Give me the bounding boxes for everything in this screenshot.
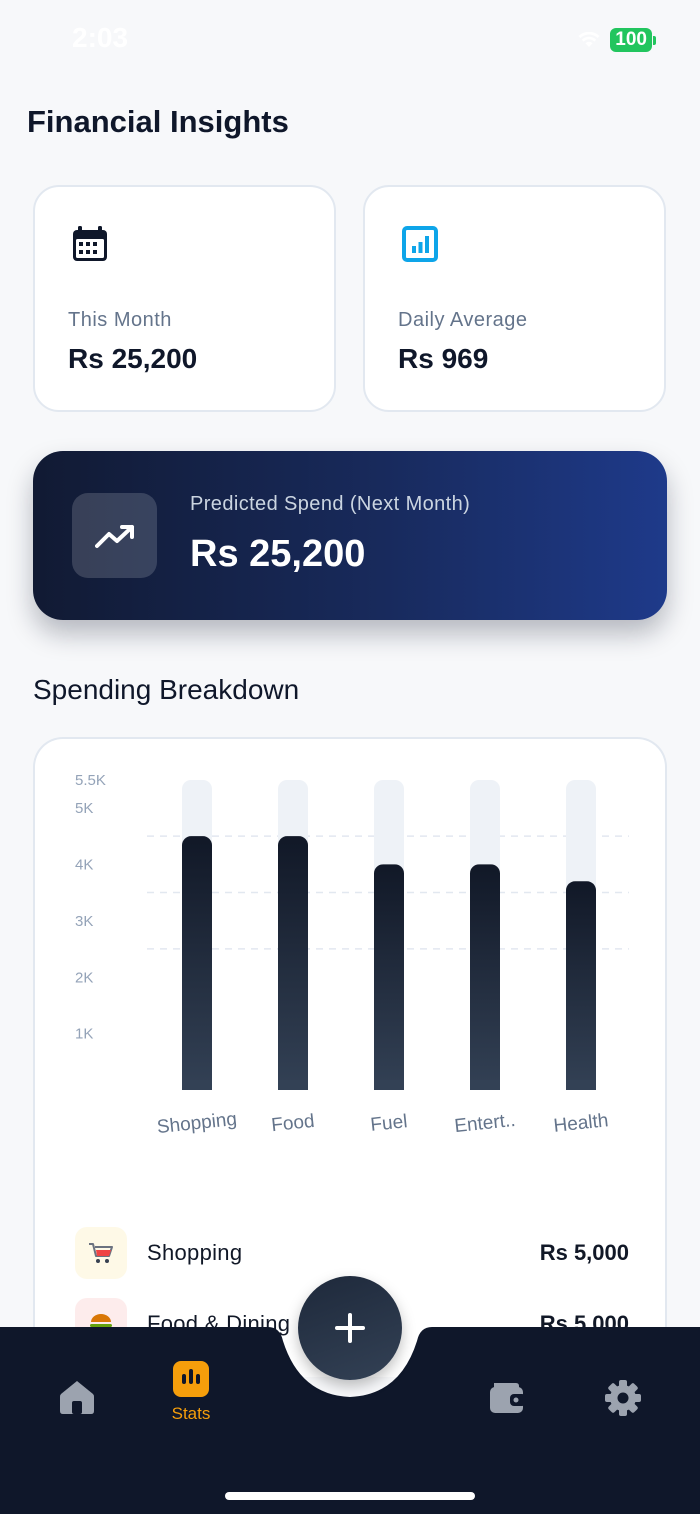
bar-base (278, 1080, 308, 1090)
predicted-spend-value: Rs 25,200 (190, 533, 366, 575)
add-icon (335, 1313, 365, 1343)
bottom-nav: Stats (0, 1276, 700, 1514)
nav-settings[interactable] (593, 1379, 653, 1459)
list-item[interactable]: Shopping Rs 5,000 (75, 1227, 629, 1283)
bar-base (182, 1080, 212, 1090)
x-tick-label: Entert.. (453, 1110, 516, 1137)
this-month-card[interactable]: This Month Rs 25,200 (33, 185, 336, 412)
x-tick-label: Health (553, 1110, 610, 1137)
wifi-icon (578, 32, 600, 47)
stats-icon (173, 1361, 209, 1397)
bar (374, 864, 404, 1090)
nav-wallet[interactable] (478, 1379, 538, 1459)
bar (278, 836, 308, 1090)
x-tick-label: Shopping (156, 1109, 238, 1138)
predicted-icon-box (72, 493, 157, 578)
settings-icon (605, 1380, 641, 1416)
add-button[interactable] (298, 1276, 402, 1380)
x-tick-label: Food (270, 1111, 315, 1136)
bar-base (374, 1080, 404, 1090)
y-tick-label: 1K (75, 1026, 93, 1043)
this-month-value: Rs 25,200 (68, 343, 198, 374)
bar-base (566, 1080, 596, 1090)
status-bar: 2:03 100 (0, 0, 700, 80)
trending-up-icon (94, 524, 134, 548)
nav-stats-label: Stats (171, 1404, 211, 1423)
calendar-icon (73, 226, 107, 261)
bar (566, 881, 596, 1090)
status-indicators: 100 (578, 28, 656, 52)
bar (470, 864, 500, 1090)
home-indicator (225, 1492, 475, 1500)
y-tick-label: 5K (75, 800, 93, 817)
home-icon (60, 1381, 94, 1414)
y-tick-label: 4K (75, 857, 93, 874)
list-item-amount: Rs 5,000 (539, 1240, 629, 1265)
daily-average-card[interactable]: Daily Average Rs 969 (363, 185, 666, 412)
status-time: 2:03 (72, 22, 129, 53)
y-tick-label: 5.5K (75, 772, 106, 789)
y-tick-label: 3K (75, 913, 93, 930)
page-title: Financial Insights (27, 104, 289, 139)
bar-chart-icon (402, 226, 438, 262)
nav-home[interactable] (47, 1379, 107, 1459)
spending-bar-chart: 5.5K 5K 4K 3K 2K 1K Shopping Food Fuel Entert.. He… (75, 772, 629, 1138)
x-tick-label: Fuel (369, 1111, 408, 1136)
predicted-spend-label: Predicted Spend (Next Month) (190, 493, 471, 515)
daily-average-label: Daily Average (398, 309, 528, 331)
daily-average-value: Rs 969 (398, 343, 489, 374)
this-month-label: This Month (68, 309, 172, 331)
bar (182, 836, 212, 1090)
section-title: Spending Breakdown (33, 674, 300, 705)
predicted-spend-card[interactable]: Predicted Spend (Next Month) Rs 25,200 (33, 451, 667, 620)
shopping-cart-icon (75, 1227, 127, 1279)
list-item-name: Shopping (147, 1240, 243, 1265)
y-tick-label: 2K (75, 969, 93, 986)
nav-stats[interactable]: Stats (161, 1360, 221, 1440)
battery-level: 100 (610, 28, 652, 52)
battery-icon: 100 (610, 28, 656, 52)
wallet-icon (490, 1383, 526, 1413)
bar-base (470, 1080, 500, 1090)
